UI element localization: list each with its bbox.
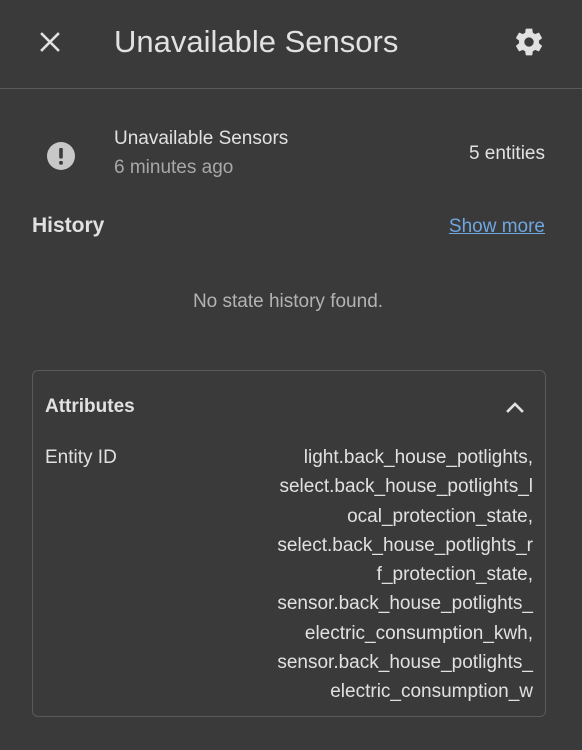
attribute-value-line: sensor.back_house_potlights_ bbox=[277, 593, 533, 615]
no-history-message: No state history found. bbox=[192, 291, 384, 312]
settings-button[interactable] bbox=[505, 18, 553, 66]
attribute-value-line: select.back_house_potlights_l bbox=[279, 476, 533, 498]
attribute-value: light.back_house_potlights, select.back_… bbox=[233, 443, 533, 707]
attribute-value-line: select.back_house_potlights_r bbox=[277, 534, 533, 556]
attribute-value-line: f_protection_state, bbox=[376, 564, 533, 586]
entity-name: Unavailable Sensors bbox=[114, 128, 289, 149]
attribute-value-line: light.back_house_potlights, bbox=[303, 447, 533, 468]
attributes-heading: Attributes bbox=[45, 396, 135, 417]
entity-state: 5 entities bbox=[468, 143, 545, 164]
history-heading: History bbox=[32, 214, 105, 237]
attribute-value-line: sensor.back_house_potlights_ bbox=[277, 652, 533, 674]
dialog-title: Unavailable Sensors bbox=[114, 24, 399, 59]
alert-circle-icon bbox=[47, 142, 75, 170]
chevron-up-icon bbox=[506, 402, 524, 413]
attribute-value-line: electric_consumption_w bbox=[330, 681, 533, 703]
entity-last-changed: 6 minutes ago bbox=[114, 157, 234, 178]
dialog-header: Unavailable Sensors bbox=[0, 0, 582, 89]
gear-icon bbox=[516, 28, 542, 56]
attributes-toggle[interactable]: Attributes bbox=[33, 371, 545, 441]
attribute-key: Entity ID bbox=[45, 447, 117, 468]
close-button[interactable] bbox=[26, 18, 74, 66]
entity-state-row: Unavailable Sensors 6 minutes ago 5 enti… bbox=[0, 120, 582, 186]
attributes-panel: Attributes Entity ID light.back_house_po… bbox=[32, 370, 546, 717]
show-more-link[interactable]: Show more bbox=[449, 214, 545, 240]
attribute-value-line: electric_consumption_kwh, bbox=[304, 622, 533, 644]
attribute-value-line: ocal_protection_state, bbox=[347, 505, 533, 527]
close-icon bbox=[40, 32, 60, 52]
more-info-dialog: Unavailable Sensors Unavailable Sensors … bbox=[0, 0, 582, 750]
